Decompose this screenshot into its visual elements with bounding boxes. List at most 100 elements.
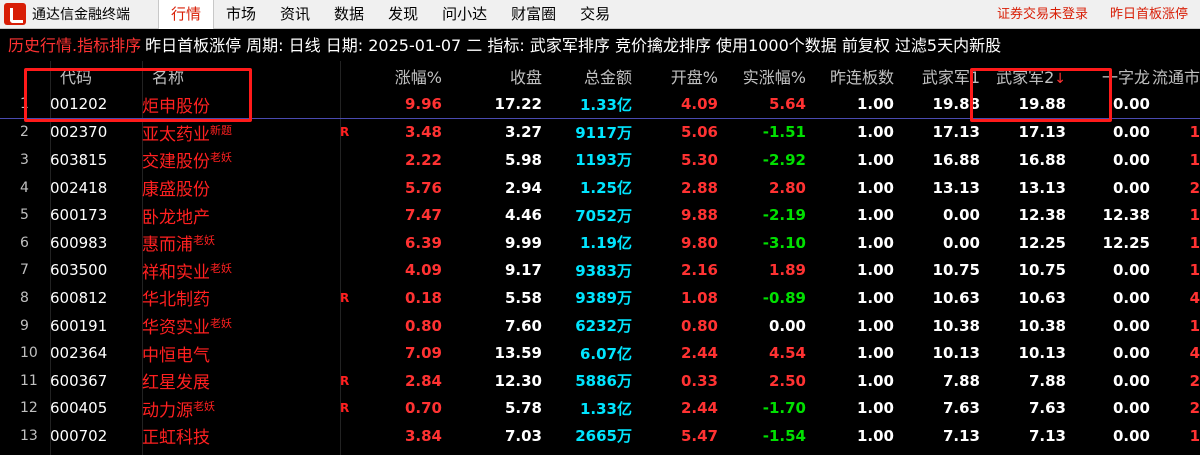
menu-item-market[interactable]: 市场 [214, 0, 268, 29]
wujiajun1-value: 7.88 [942, 371, 980, 390]
stock-name: 卧龙地产 [142, 203, 340, 228]
stock-name-text: 华资实业 [142, 318, 210, 339]
wujiajun2-value: 10.13 [1018, 344, 1066, 363]
wujiajun1-value: 10.38 [932, 316, 980, 335]
close-price: 13.59 [494, 344, 542, 363]
menu-item-ask[interactable]: 问小达 [430, 0, 499, 29]
header-ltz[interactable]: 流通市 [1150, 64, 1200, 88]
close-price: 9.99 [504, 233, 542, 252]
limit-up-count: 1.00 [856, 123, 894, 142]
header-code[interactable]: 代码 [50, 64, 142, 88]
stock-name-text: 亚太药业 [142, 124, 210, 145]
table-row[interactable]: 7 603500 祥和实业老妖 4.09 9.17 9383万 2.16 1.89 1.00 10… [0, 257, 1200, 285]
table-row[interactable]: 2 002370 亚太药业新题 R 3.48 3.27 9117万 5.06 -1.51 1.00… [0, 119, 1200, 147]
close-price: 5.58 [504, 288, 542, 307]
history-label[interactable]: 历史行情.指标排序 [8, 36, 141, 55]
header-amount[interactable]: 总金额 [542, 64, 632, 88]
menu-item-news[interactable]: 资讯 [268, 0, 322, 29]
stock-name: 正虹科技 [142, 423, 340, 448]
header-yzl[interactable]: 一字龙 [1066, 64, 1150, 88]
float-cap-value: 4 [1189, 344, 1200, 363]
table-row[interactable]: 13 000702 正虹科技 3.84 7.03 2665万 5.47 -1.54 1.00 7.… [0, 422, 1200, 450]
close-price: 9.17 [504, 261, 542, 280]
wujiajun2-value: 17.13 [1018, 123, 1066, 142]
menu-item-quotes[interactable]: 行情 [158, 0, 215, 29]
rzrq-flag: R [340, 125, 350, 140]
header-close[interactable]: 收盘 [442, 64, 542, 88]
table-row[interactable]: 9 600191 华资实业老妖 0.80 7.60 6232万 0.80 0.00 1.00 10… [0, 312, 1200, 340]
table-row[interactable]: 5 600173 卧龙地产 7.47 4.46 7052万 9.88 -2.19 1.00 0.0… [0, 201, 1200, 229]
stock-name: 祥和实业老妖 [142, 258, 340, 283]
wujiajun1-value: 16.88 [932, 150, 980, 169]
stock-code: 603500 [50, 261, 108, 280]
table-row[interactable]: 12 600405 动力源老妖 R 0.70 5.78 1.33亿 2.44 -1.70 1.00… [0, 395, 1200, 423]
total-amount: 2665万 [575, 427, 632, 446]
float-cap-value: 1 [1189, 123, 1200, 142]
table-row[interactable]: 10 002364 中恒电气 7.09 13.59 6.07亿 2.44 4.54 1.00 10… [0, 339, 1200, 367]
yiziloong-value: 12.25 [1102, 233, 1150, 252]
table-row[interactable]: 8 600812 华北制药 R 0.18 5.58 9389万 1.08 -0.89 1.00 10… [0, 284, 1200, 312]
wujiajun2-value: 10.75 [1018, 261, 1066, 280]
change-pct: 6.39 [404, 233, 442, 252]
stock-name-text: 红星发展 [142, 373, 210, 394]
wujiajun2-value: 19.88 [1018, 95, 1066, 114]
close-price: 3.27 [504, 123, 542, 142]
table-row[interactable]: 4 002418 康盛股份 5.76 2.94 1.25亿 2.88 2.80 1.00 13.1… [0, 174, 1200, 202]
wujiajun2-value: 7.88 [1028, 371, 1066, 390]
real-change-pct: -1.54 [762, 426, 806, 445]
header-open[interactable]: 开盘% [632, 64, 718, 88]
yiziloong-value: 12.38 [1102, 206, 1150, 225]
table-row[interactable]: 3 603815 交建股份老妖 2.22 5.98 1193万 5.30 -2.92 1.00 1… [0, 146, 1200, 174]
menu-item-trade[interactable]: 交易 [568, 0, 622, 29]
open-pct: 0.80 [680, 316, 718, 335]
yiziloong-value: 0.00 [1112, 150, 1150, 169]
stock-tag: 老妖 [210, 317, 232, 331]
float-cap-value: 2 [1189, 178, 1200, 197]
change-pct: 4.09 [404, 261, 442, 280]
header-wj1[interactable]: 武家军1 [894, 64, 980, 88]
wujiajun1-value: 19.88 [932, 95, 980, 114]
limit-up-count: 1.00 [856, 344, 894, 363]
row-index: 3 [20, 151, 29, 168]
float-cap-value: 1 [1189, 426, 1200, 445]
yiziloong-value: 0.00 [1112, 95, 1150, 114]
real-change-pct: -2.92 [762, 150, 806, 169]
login-status[interactable]: 证券交易未登录 [997, 0, 1088, 29]
stock-name: 交建股份老妖 [142, 147, 340, 172]
header-lb[interactable]: 昨连板数 [806, 64, 894, 88]
menu-item-wealth[interactable]: 财富圈 [499, 0, 568, 29]
total-amount: 7052万 [575, 206, 632, 225]
close-price: 4.46 [504, 206, 542, 225]
float-cap-value: 1 [1189, 316, 1200, 335]
row-index: 5 [20, 207, 29, 224]
header-wj2[interactable]: 武家军2↓ [980, 64, 1066, 88]
stock-name: 华资实业老妖 [142, 313, 340, 338]
stock-tag: 老妖 [193, 234, 215, 248]
total-amount: 1.25亿 [579, 179, 632, 198]
table-row[interactable]: 11 600367 红星发展 R 2.84 12.30 5886万 0.33 2.50 1.00 7… [0, 367, 1200, 395]
close-price: 12.30 [494, 371, 542, 390]
app-logo-icon [4, 3, 26, 25]
wujiajun2-value: 13.13 [1018, 178, 1066, 197]
total-amount: 9389万 [575, 289, 632, 308]
real-change-pct: -2.19 [762, 206, 806, 225]
header-real[interactable]: 实涨幅% [718, 64, 806, 88]
menu-item-data[interactable]: 数据 [322, 0, 376, 29]
sort-desc-icon: ↓ [1054, 71, 1066, 87]
row-index: 8 [20, 289, 29, 306]
table-row[interactable]: 1 001202 炬申股份 9.96 17.22 1.33亿 4.09 5.64 1.00 19.… [0, 91, 1200, 119]
stock-code: 600812 [50, 288, 108, 307]
open-pct: 2.88 [680, 178, 718, 197]
info-bar: 历史行情.指标排序 昨日首板涨停 周期: 日线 日期: 2025-01-07 二 … [0, 31, 1200, 61]
close-price: 2.94 [504, 178, 542, 197]
close-price: 5.98 [504, 150, 542, 169]
wujiajun1-value: 13.13 [932, 178, 980, 197]
menu-item-discover[interactable]: 发现 [376, 0, 430, 29]
header-pct[interactable]: 涨幅% [360, 64, 442, 88]
open-pct: 2.44 [680, 344, 718, 363]
table-row[interactable]: 6 600983 惠而浦老妖 6.39 9.99 1.19亿 9.80 -3.10 1.00 0.… [0, 229, 1200, 257]
limit-up-count: 1.00 [856, 178, 894, 197]
header-name[interactable]: 名称 [142, 64, 340, 88]
total-amount: 9383万 [575, 261, 632, 280]
float-cap-value: 1 [1189, 150, 1200, 169]
